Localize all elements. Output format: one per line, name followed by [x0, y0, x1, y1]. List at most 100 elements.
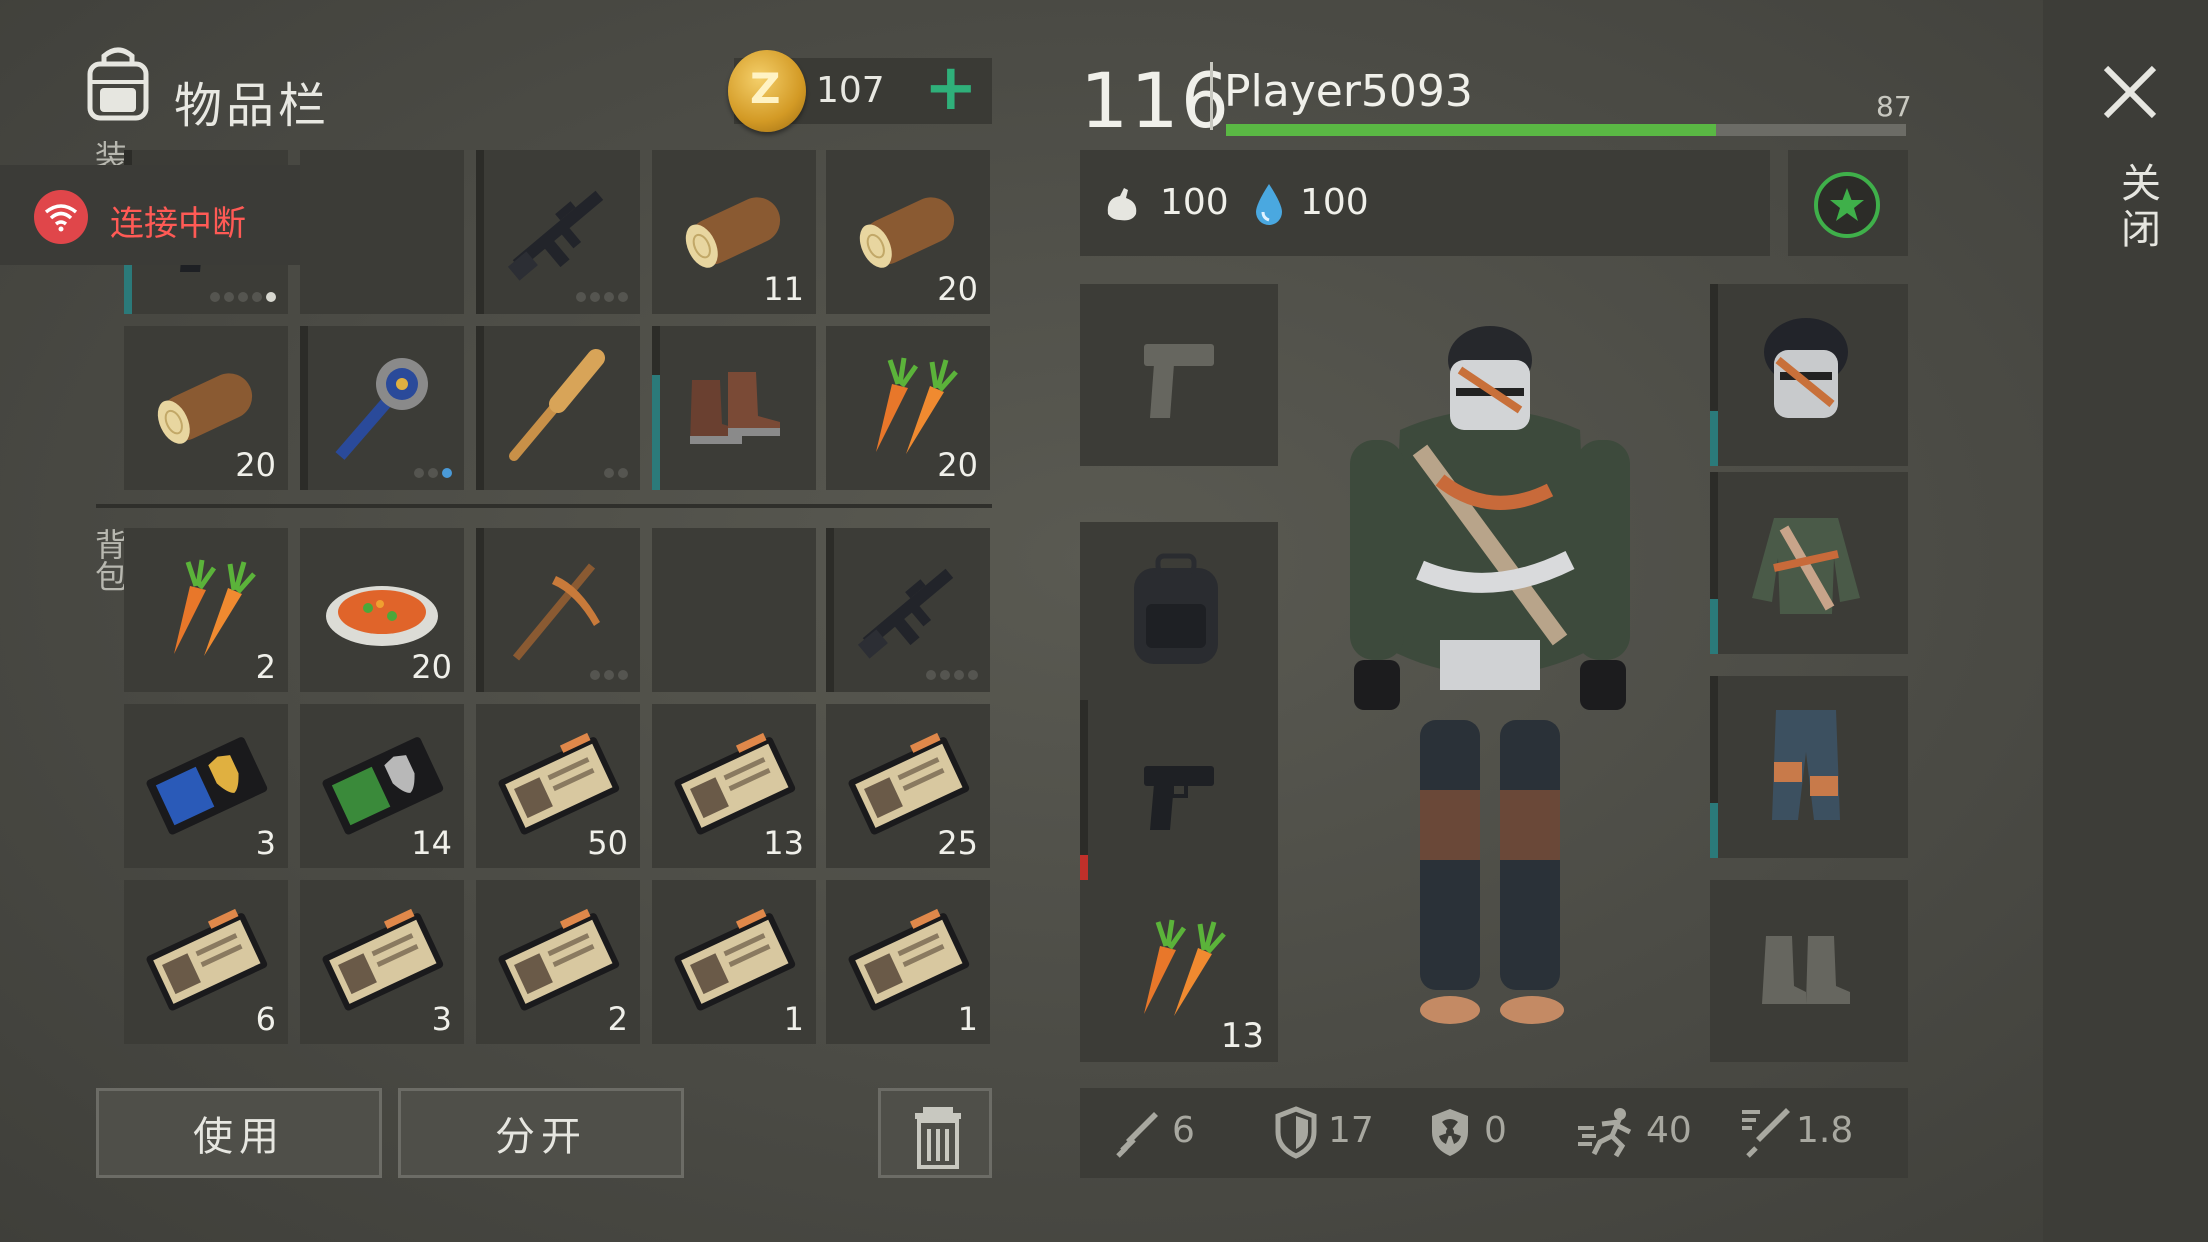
empty-slot[interactable] — [652, 528, 816, 692]
page-title: 物品栏 — [174, 78, 331, 134]
equip-slot-pistol[interactable] — [1080, 700, 1278, 882]
item-quantity: 50 — [587, 824, 628, 862]
upgrade-dots — [210, 292, 276, 302]
backpack-slot[interactable]: 2 — [124, 528, 288, 692]
durability-fill — [652, 375, 660, 490]
empty-slot[interactable] — [300, 150, 464, 314]
item-quantity: 14 — [411, 824, 452, 862]
attack-speed-value: 1.8 — [1796, 1110, 1854, 1151]
police-badge-gold-icon — [144, 722, 268, 846]
favorite-button[interactable] — [1814, 172, 1880, 238]
close-button[interactable]: 关闭 — [2108, 162, 2166, 254]
wifi-off-icon — [34, 190, 88, 244]
hotbar-slot[interactable] — [476, 326, 640, 490]
backpack-slot[interactable]: 1 — [652, 880, 816, 1044]
equip-slot-helmet[interactable] — [1710, 284, 1908, 466]
hotbar-slot[interactable]: 20 — [826, 326, 990, 490]
connection-status: 连接中断 — [110, 204, 246, 244]
defense-value: 17 — [1328, 1110, 1374, 1151]
boots-icon — [672, 344, 796, 468]
durability-fill — [1080, 854, 1088, 882]
stomach-icon — [1107, 188, 1137, 221]
spiked-mace-icon — [320, 344, 444, 468]
backpack-slot[interactable] — [476, 528, 640, 692]
close-icon[interactable] — [2100, 62, 2160, 122]
upgrade-dots — [576, 292, 628, 302]
section-divider — [96, 504, 992, 508]
durability-fill — [124, 264, 132, 314]
player-character — [1350, 326, 1630, 1024]
item-quantity: 11 — [763, 270, 804, 308]
equip-slot-backpack[interactable] — [1080, 522, 1278, 704]
backpack-slot[interactable]: 14 — [300, 704, 464, 868]
hotbar-slot[interactable] — [476, 150, 640, 314]
item-quantity: 13 — [763, 824, 804, 862]
pickaxe-icon — [496, 546, 620, 670]
assault-rifle-icon — [496, 168, 620, 292]
baseball-bat-icon — [496, 344, 620, 468]
durability-bar — [652, 326, 660, 490]
equip-slot-pants[interactable] — [1710, 676, 1908, 858]
boots-slot-empty-icon — [1744, 906, 1874, 1036]
patrol-id-icon — [496, 898, 620, 1022]
durability-bar — [1710, 284, 1718, 466]
use-button[interactable]: 使用 — [96, 1088, 382, 1178]
backpack-slot[interactable]: 13 — [652, 704, 816, 868]
durability-bar — [1710, 472, 1718, 654]
equip-slot-jacket[interactable] — [1710, 472, 1908, 654]
item-quantity: 20 — [937, 446, 978, 484]
backpack-icon — [1114, 548, 1244, 678]
durability-fill — [1710, 803, 1718, 858]
radiation-shield-icon — [1432, 1109, 1468, 1156]
pistol-icon — [1114, 726, 1244, 856]
equip-slot-carrot[interactable]: 13 — [1080, 880, 1278, 1062]
backpack-slot[interactable]: 6 — [124, 880, 288, 1044]
equip-slot-pistol-slot-empty[interactable] — [1080, 284, 1278, 466]
delete-button[interactable] — [878, 1088, 992, 1178]
backpack-slot[interactable]: 25 — [826, 704, 990, 868]
item-quantity: 2 — [607, 1000, 628, 1038]
shield-icon — [1275, 1106, 1317, 1159]
pistol-slot-empty-icon — [1114, 310, 1244, 440]
item-quantity: 13 — [1220, 1016, 1264, 1056]
hotbar-slot[interactable]: 20 — [826, 150, 990, 314]
hotbar-slot[interactable] — [652, 326, 816, 490]
hotbar-slot[interactable] — [300, 326, 464, 490]
running-icon — [1578, 1108, 1632, 1158]
backpack-slot[interactable]: 1 — [826, 880, 990, 1044]
water-drop-icon — [1256, 184, 1282, 225]
equip-slot-boots-slot-empty[interactable] — [1710, 880, 1908, 1062]
coin-icon — [728, 50, 806, 132]
patrol-id-icon — [672, 898, 796, 1022]
add-coins-button[interactable]: + — [924, 56, 978, 120]
backpack-slot[interactable] — [826, 528, 990, 692]
xp-bar — [1226, 124, 1906, 136]
backpack-slot[interactable]: 2 — [476, 880, 640, 1044]
hotbar-slot[interactable]: 11 — [652, 150, 816, 314]
upgrade-dots — [604, 468, 628, 478]
xp-bar-fill — [1226, 124, 1716, 136]
durability-bar — [1710, 676, 1718, 858]
item-quantity: 6 — [255, 1000, 276, 1038]
item-quantity: 20 — [411, 648, 452, 686]
resist-value: 0 — [1484, 1110, 1507, 1151]
player-name: Player5093 — [1224, 66, 1473, 117]
item-quantity: 2 — [255, 648, 276, 686]
backpack-slot[interactable]: 50 — [476, 704, 640, 868]
item-quantity: 3 — [431, 1000, 452, 1038]
backpack-slot[interactable]: 3 — [300, 880, 464, 1044]
durability-bar — [826, 528, 834, 692]
backpack-slot[interactable]: 20 — [300, 528, 464, 692]
split-button[interactable]: 分开 — [398, 1088, 684, 1178]
carrot-icon — [144, 546, 268, 670]
water-value: 100 — [1300, 182, 1369, 223]
sword-icon — [1116, 1112, 1158, 1158]
star-icon — [1830, 188, 1864, 221]
upgrade-dots — [926, 670, 978, 680]
durability-bar — [476, 150, 484, 314]
xp-value: 87 — [1876, 90, 1912, 123]
backpack-slot[interactable]: 3 — [124, 704, 288, 868]
level-separator — [1210, 62, 1213, 130]
hotbar-slot[interactable]: 20 — [124, 326, 288, 490]
speed-value: 40 — [1646, 1110, 1692, 1151]
